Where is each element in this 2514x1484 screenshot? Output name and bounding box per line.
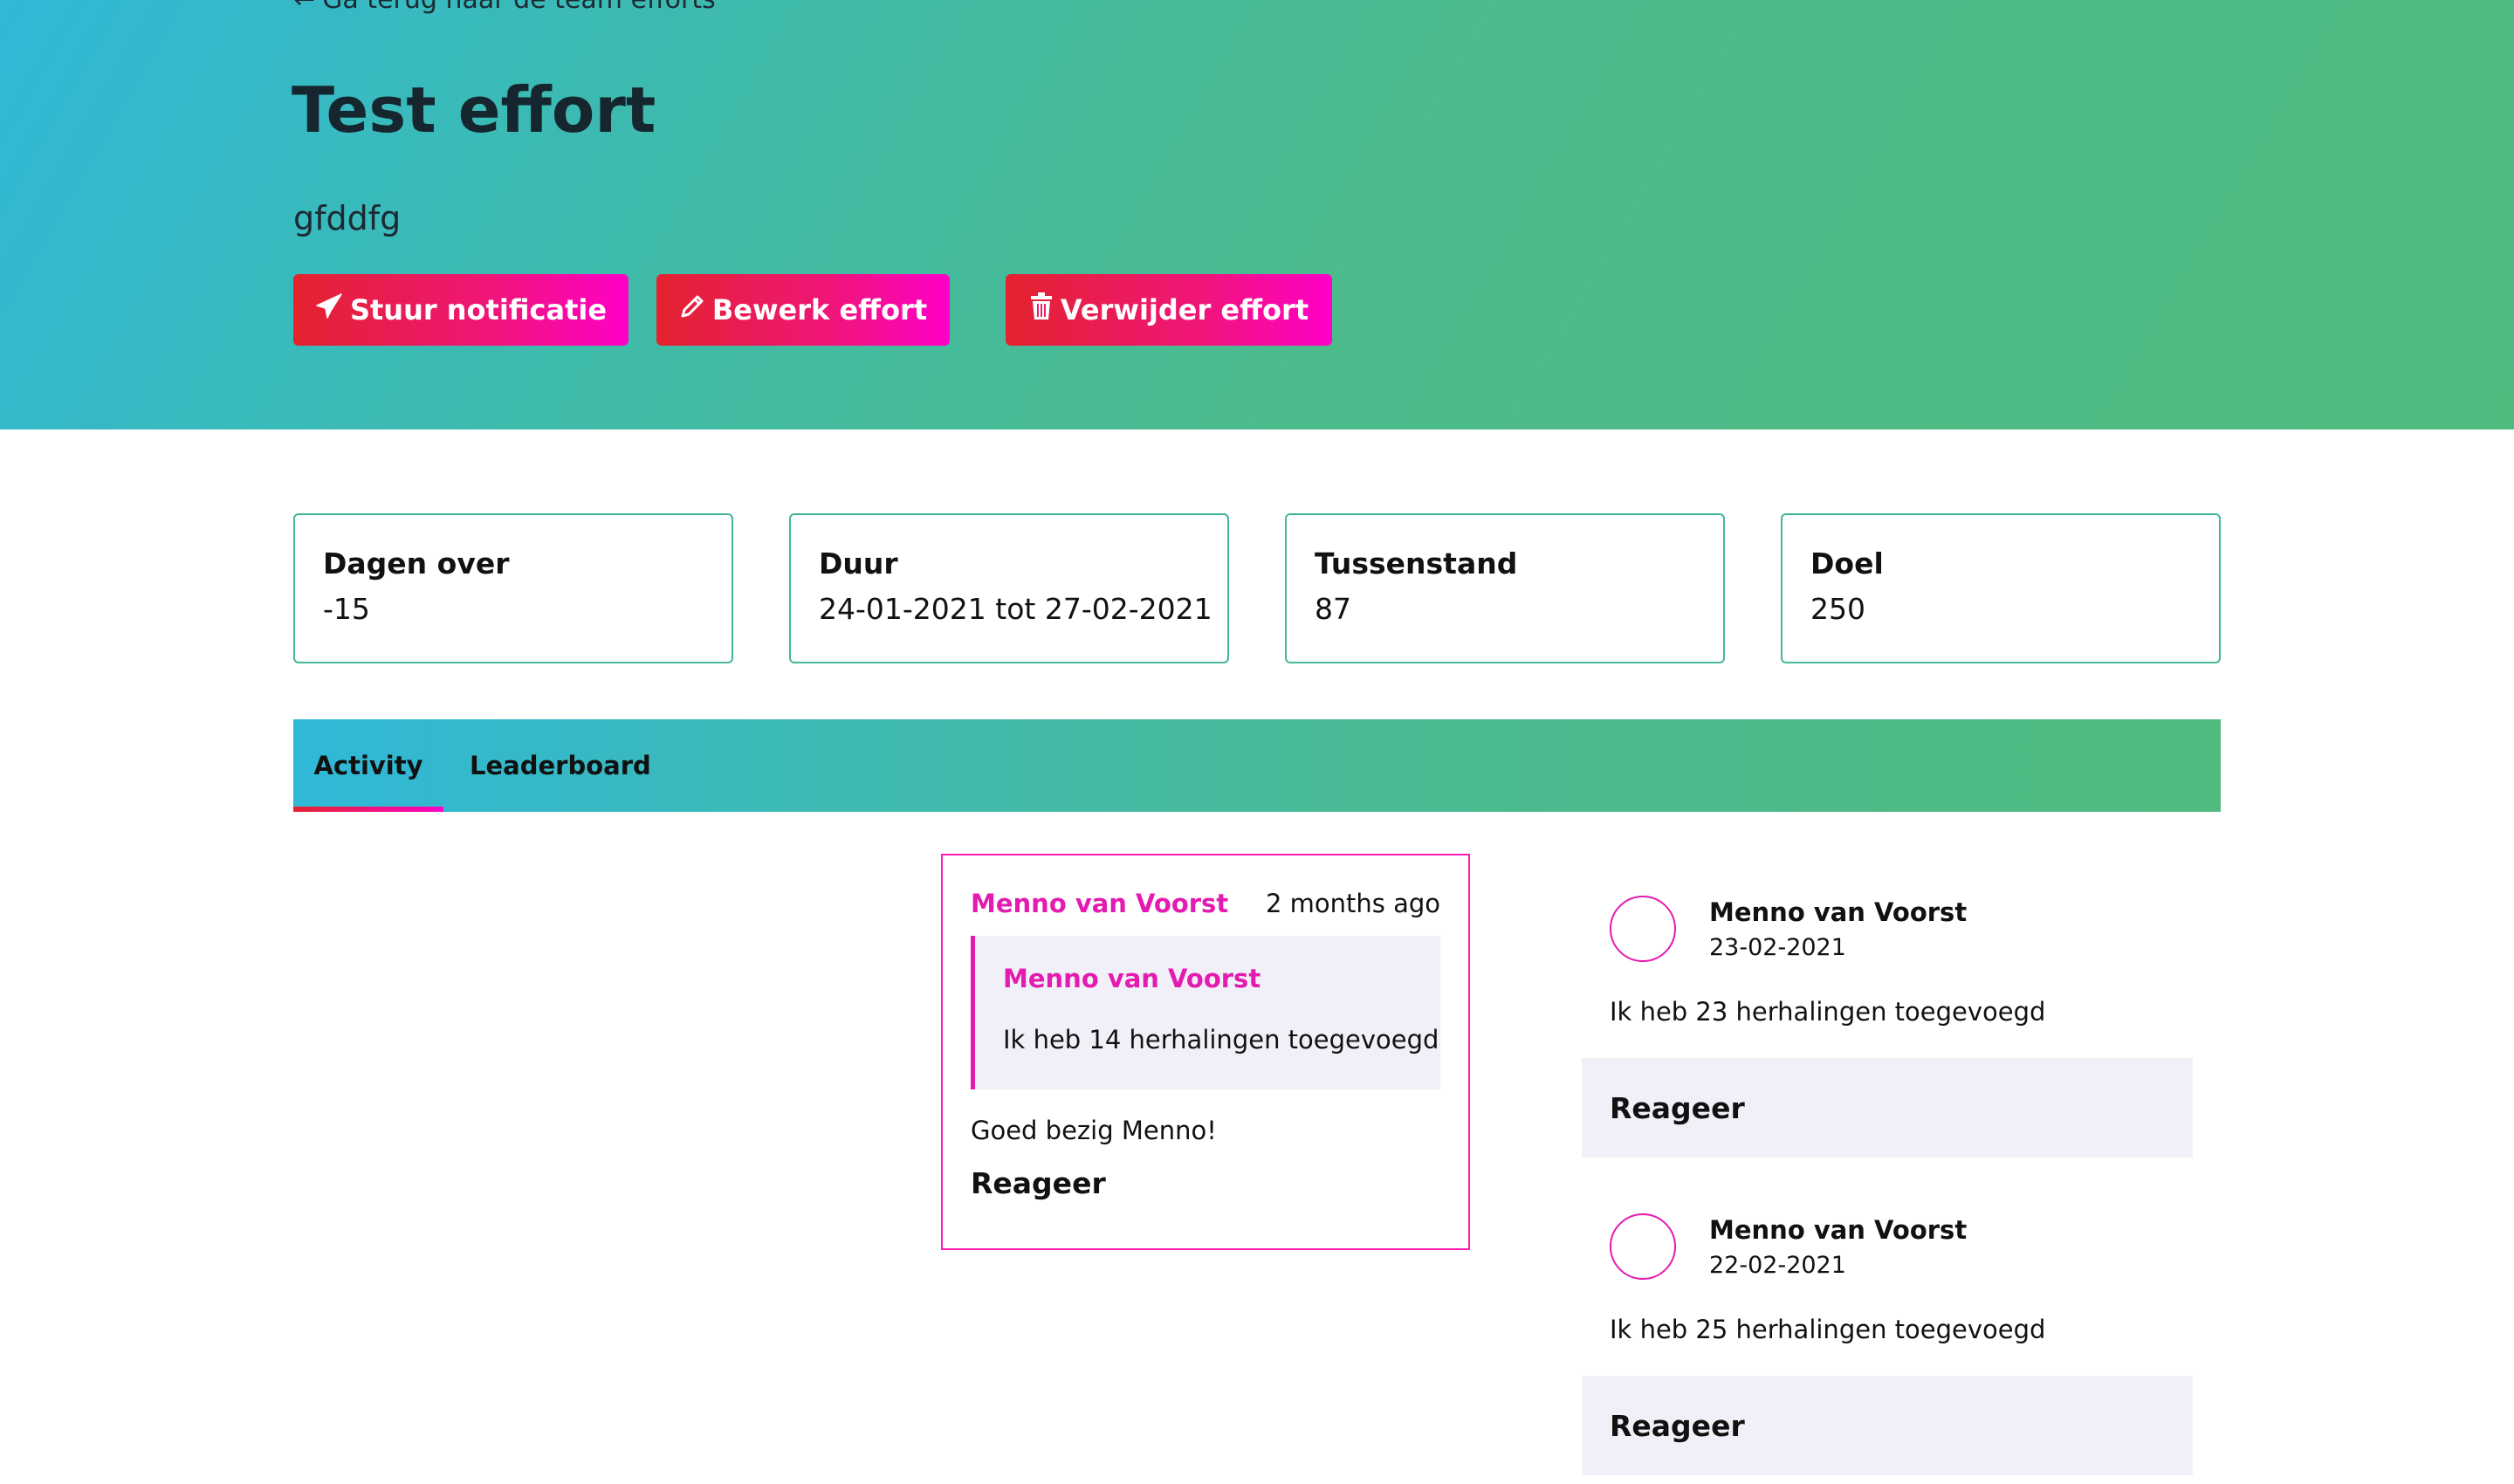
stat-card-days-left: Dagen over -15 [293, 513, 733, 663]
edit-effort-button[interactable]: Bewerk effort [656, 274, 950, 346]
activity-date: 22-02-2021 [1709, 1252, 1846, 1279]
trash-icon [1029, 292, 1054, 327]
page-subtitle: gfddfg [293, 199, 402, 237]
stat-card-duration: Duur 24-01-2021 tot 27-02-2021 [789, 513, 1229, 663]
stat-card-goal: Doel 250 [1781, 513, 2221, 663]
hero-header: ← Ga terug naar de team efforts Test effo… [0, 0, 2514, 429]
avatar [1610, 1213, 1676, 1280]
activity-user-name: Menno van Voorst [1709, 1215, 1968, 1245]
quote-text: Ik heb 14 herhalingen toegevoegd [1003, 1025, 1439, 1055]
send-notification-label: Stuur notificatie [349, 293, 608, 326]
delete-effort-label: Verwijder effort [1060, 293, 1309, 326]
paper-plane-icon [315, 293, 343, 326]
edit-effort-label: Bewerk effort [711, 293, 928, 326]
back-link-label: Ga terug naar de team efforts [322, 0, 716, 15]
stat-value: 24-01-2021 tot 27-02-2021 [819, 592, 1212, 626]
comment-author[interactable]: Menno van Voorst [971, 889, 1228, 918]
reply-label: Reageer [1610, 1409, 1745, 1443]
activity-text: Ik heb 23 herhalingen toegevoegd [1610, 997, 2046, 1027]
stat-value: -15 [323, 592, 370, 626]
stat-label: Tussenstand [1315, 546, 1518, 581]
quote-author: Menno van Voorst [1003, 964, 1261, 993]
stat-card-progress: Tussenstand 87 [1285, 513, 1725, 663]
stat-label: Doel [1810, 546, 1884, 581]
comment-message: Goed bezig Menno! [971, 1116, 1217, 1145]
activity-date: 23-02-2021 [1709, 934, 1846, 961]
avatar [1610, 896, 1676, 962]
arrow-left-icon: ← [293, 0, 315, 15]
page-title: Test effort [292, 73, 656, 147]
activity-user-name: Menno van Voorst [1709, 897, 1968, 927]
reply-label: Reageer [1610, 1091, 1745, 1125]
delete-effort-button[interactable]: Verwijder effort [1006, 274, 1332, 346]
tab-leaderboard[interactable]: Leaderboard [470, 719, 651, 812]
tab-activity[interactable]: Activity [293, 719, 443, 812]
comment-time: 2 months ago [1265, 889, 1440, 918]
stat-value: 87 [1315, 592, 1351, 626]
active-tab-indicator [293, 807, 443, 812]
tab-leaderboard-label: Leaderboard [470, 751, 651, 780]
reply-button[interactable]: Reageer [1582, 1058, 2193, 1158]
tab-bar: Activity Leaderboard [293, 719, 2221, 812]
activity-text: Ik heb 25 herhalingen toegevoegd [1610, 1315, 2046, 1344]
stat-value: 250 [1810, 592, 1865, 626]
reply-button[interactable]: Reageer [1582, 1376, 2193, 1475]
stat-label: Duur [819, 546, 898, 581]
back-link[interactable]: ← Ga terug naar de team efforts [293, 0, 716, 15]
send-notification-button[interactable]: Stuur notificatie [293, 274, 628, 346]
stat-label: Dagen over [323, 546, 510, 581]
pencil-icon [679, 293, 705, 326]
quoted-activity: Menno van Voorst Ik heb 14 herhalingen t… [971, 936, 1440, 1089]
tab-activity-label: Activity [313, 751, 423, 780]
reply-button[interactable]: Reageer [971, 1166, 1106, 1200]
highlighted-comment: Menno van Voorst 2 months ago Menno van … [941, 854, 1470, 1250]
